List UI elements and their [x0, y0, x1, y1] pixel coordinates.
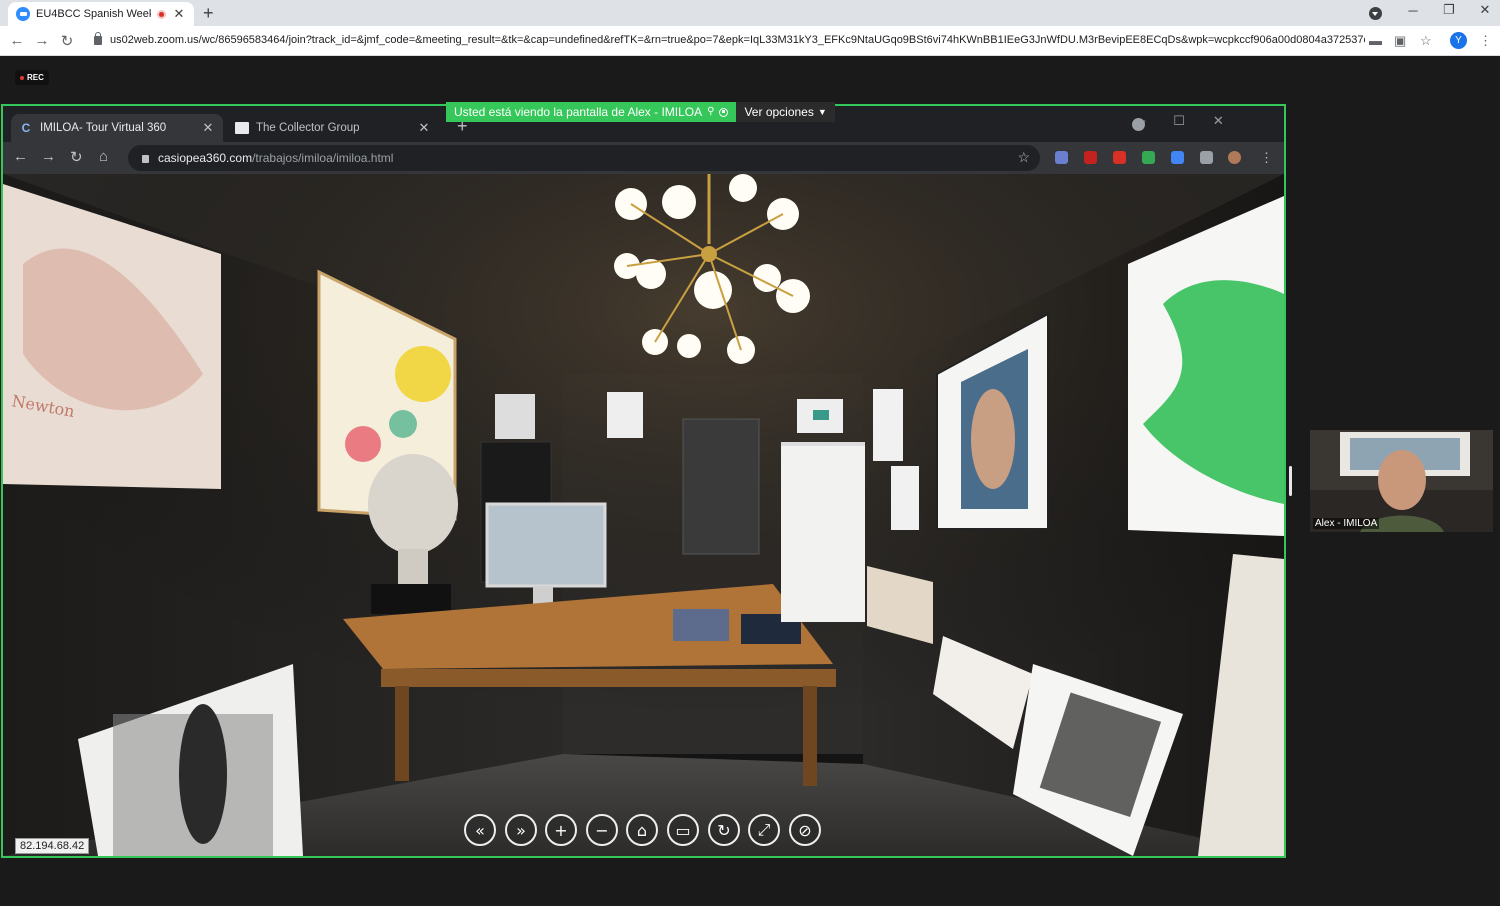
inner-home-icon[interactable]: ⌂	[99, 148, 108, 165]
rotate-right-button[interactable]: »	[505, 814, 537, 846]
ip-extension-icon[interactable]	[1171, 151, 1184, 164]
inner-tab-title: IMILOA- Tour Virtual 360	[40, 122, 167, 134]
inner-lock-icon	[142, 155, 149, 163]
view-options-label: Ver opciones	[744, 105, 814, 119]
resize-handle[interactable]	[1289, 466, 1292, 496]
inner-tab-collector[interactable]: The Collector Group ✕	[227, 114, 439, 142]
view-options-button[interactable]: Ver opciones ▼	[736, 102, 835, 122]
reload-icon[interactable]: ↻	[58, 32, 76, 50]
zoom-out-button[interactable]: −	[586, 814, 618, 846]
lock-icon[interactable]	[94, 32, 102, 45]
sharing-text: Usted está viendo la pantalla de Alex - …	[454, 105, 703, 119]
cast-icon[interactable]: ▬	[1369, 33, 1382, 48]
inner-avatar-icon[interactable]	[1228, 151, 1241, 164]
casiopea-favicon-icon: C	[19, 121, 33, 135]
inner-tab-imiloa[interactable]: C IMILOA- Tour Virtual 360 ✕	[11, 114, 223, 142]
inner-back-icon[interactable]: ←	[13, 148, 28, 165]
autorotate-button[interactable]: ↻	[708, 814, 740, 846]
sharing-message: Usted está viendo la pantalla de Alex - …	[446, 102, 737, 122]
close-tab-icon[interactable]: ✕	[417, 120, 431, 136]
zoom-in-button[interactable]: +	[545, 814, 577, 846]
url-path: /trabajos/imiloa/imiloa.html	[252, 151, 394, 165]
collector-favicon-icon	[235, 122, 249, 134]
inner-reload-icon[interactable]: ↻	[70, 148, 83, 166]
participant-video-frame	[1310, 430, 1493, 532]
vr-mode-button[interactable]: ▭	[667, 814, 699, 846]
forward-icon[interactable]: →	[33, 32, 51, 49]
outer-tab-bar: EU4BCC Spanish Week, day ✕ + ─ ❐ ✕	[0, 0, 1500, 26]
menu-icon[interactable]: ⋮	[1479, 33, 1492, 49]
inner-menu-icon[interactable]: ⋮	[1260, 150, 1273, 166]
inner-bookmark-icon[interactable]: ☆	[1017, 149, 1030, 166]
inner-tab-title: The Collector Group	[256, 122, 360, 134]
participant-video[interactable]: Alex - IMILOA	[1310, 430, 1493, 532]
dropbox-extension-icon[interactable]	[1055, 151, 1068, 164]
tab-title: EU4BCC Spanish Week, day	[36, 8, 151, 20]
inner-maximize-icon[interactable]: ☐	[1173, 113, 1185, 129]
home-view-button[interactable]: ⌂	[626, 814, 658, 846]
drive-extension-icon[interactable]	[1142, 151, 1155, 164]
ip-address-label: 82.194.68.42	[15, 838, 90, 854]
window-controls: ─ ❐ ✕	[1406, 2, 1492, 18]
inner-window-controls: ─ ☐ ✕	[1136, 113, 1224, 129]
translate-icon[interactable]: ▣	[1394, 33, 1406, 49]
hide-controls-button[interactable]: ⊘	[789, 814, 821, 846]
close-window-icon[interactable]: ✕	[1478, 2, 1492, 18]
inner-close-icon[interactable]: ✕	[1213, 113, 1224, 129]
close-tab-icon[interactable]: ✕	[172, 6, 186, 22]
bookmark-star-icon[interactable]: ☆	[1420, 33, 1432, 49]
share-banner: Usted está viendo la pantalla de Alex - …	[446, 102, 835, 122]
rec-dot-icon	[20, 75, 24, 80]
tab-zoom-meeting[interactable]: EU4BCC Spanish Week, day ✕	[8, 2, 194, 26]
close-tab-icon[interactable]: ✕	[201, 120, 215, 136]
rec-label: REC	[27, 73, 44, 82]
inner-address-bar[interactable]: casiopea360.com/trabajos/imiloa/imiloa.h…	[128, 145, 1040, 171]
zoom-favicon-icon	[16, 7, 30, 21]
participant-name-label: Alex - IMILOA	[1313, 518, 1380, 529]
url-host: casiopea360.com	[158, 151, 253, 165]
outer-toolbar: ← → ↻ us02web.zoom.us/wc/86596583464/joi…	[0, 26, 1500, 56]
back-icon[interactable]: ←	[8, 32, 26, 49]
plus-extension-icon[interactable]	[1113, 151, 1126, 164]
pin-icon[interactable]: ⚲	[707, 102, 714, 122]
gallery-room-scene: Newton	[3, 174, 1284, 856]
profile-avatar[interactable]: Y	[1450, 32, 1467, 49]
rotate-left-button[interactable]: «	[464, 814, 496, 846]
inner-profile-icon[interactable]	[1132, 118, 1145, 131]
ublock-extension-icon[interactable]	[1084, 151, 1097, 164]
inner-toolbar: ← → ↻ ⌂ casiopea360.com/trabajos/imiloa/…	[3, 142, 1284, 174]
inner-forward-icon[interactable]: →	[41, 148, 56, 165]
recording-badge: REC	[15, 70, 49, 85]
recording-icon	[157, 9, 166, 19]
address-bar[interactable]: us02web.zoom.us/wc/86596583464/join?trac…	[110, 34, 1365, 46]
restore-icon[interactable]: ❐	[1442, 2, 1456, 18]
new-tab-button[interactable]: +	[203, 3, 214, 24]
chevron-down-icon: ▼	[817, 107, 827, 117]
minimize-icon[interactable]: ─	[1406, 3, 1420, 18]
fullscreen-button[interactable]: ⤢	[748, 814, 780, 846]
inner-url: casiopea360.com/trabajos/imiloa/imiloa.h…	[158, 151, 393, 165]
tour-360-viewer[interactable]: Newton 82.194.68.42 « » + − ⌂ ▭ ↻ ⤢ ⊘	[3, 174, 1284, 856]
stop-share-icon[interactable]	[719, 107, 729, 117]
download-icon[interactable]	[1369, 7, 1382, 20]
puzzle-extensions-icon[interactable]	[1200, 151, 1213, 164]
